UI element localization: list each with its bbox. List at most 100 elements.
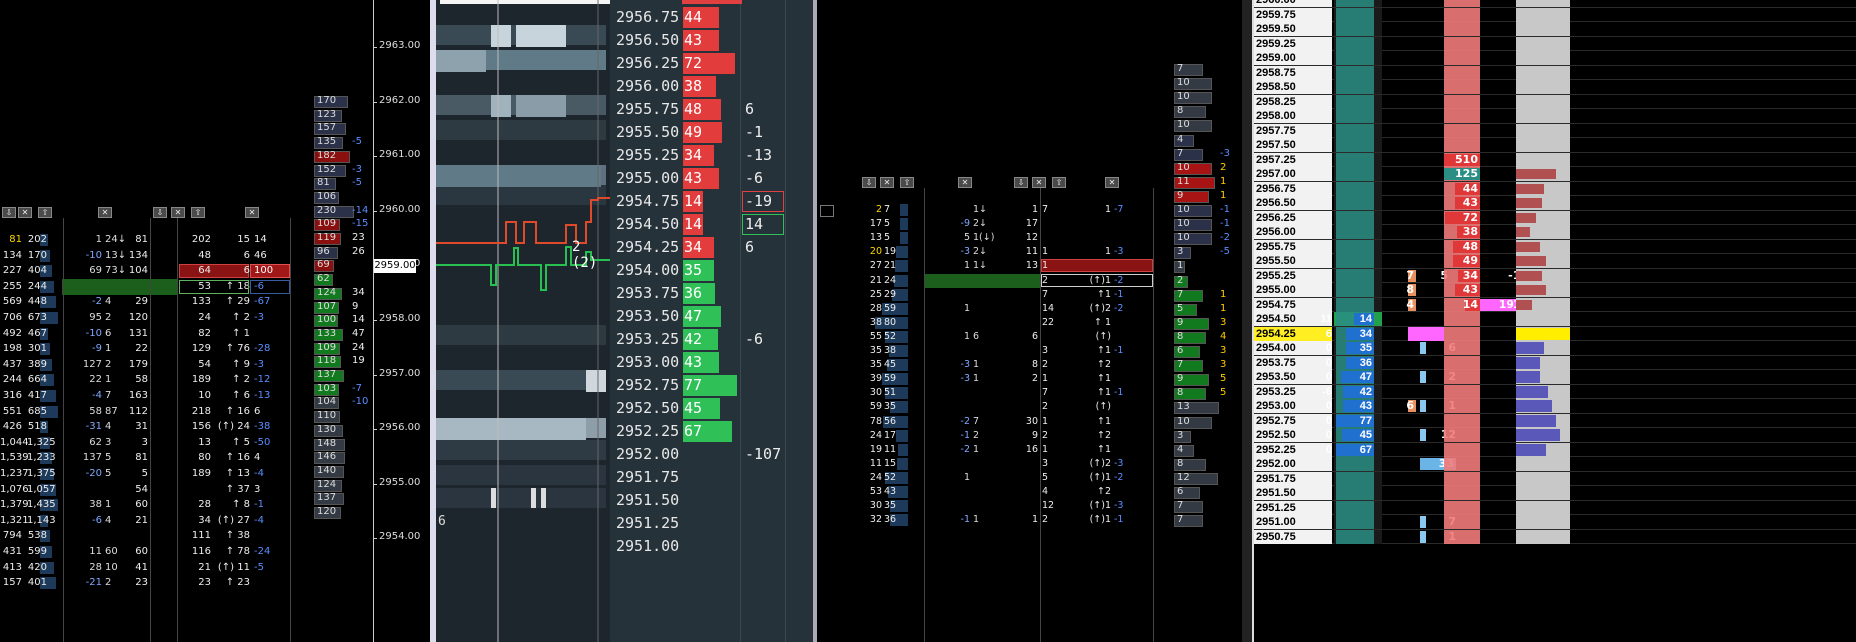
profile-delta: -5 <box>352 177 362 189</box>
axis-label: 2958.00 <box>379 313 421 324</box>
profile-bar: 9 <box>1174 190 1209 203</box>
profile-bar: 69 <box>314 259 334 273</box>
profile-bar-value: 100 <box>317 314 337 326</box>
cell-b: 170 <box>27 249 47 261</box>
cell-c: 1 <box>95 234 102 245</box>
splitter-handle[interactable] <box>813 0 817 642</box>
dom-bid-depth <box>1336 210 1374 225</box>
toolbar-button[interactable]: ✕ <box>1032 177 1046 188</box>
ladder-price: 2952.75 <box>616 376 680 394</box>
dom-bid-delta: 0 <box>1325 429 1332 441</box>
dom-order-1: 7 <box>1406 268 1414 282</box>
cell-f: 7 <box>1042 387 1049 399</box>
cell-d: 1 <box>973 359 980 371</box>
cell-f: 7 <box>1042 288 1049 300</box>
heat-band <box>436 325 606 345</box>
toolbar-button[interactable]: ⇧ <box>1052 177 1066 188</box>
dom-order-1: 8 <box>1406 283 1414 296</box>
ladder-price: 2951.50 <box>616 491 680 509</box>
cell-b: 1,057 <box>27 483 56 495</box>
dom-scrollbar[interactable] <box>1242 0 1252 642</box>
cell-e: 179 <box>128 358 148 370</box>
cell-f: 3 <box>1042 457 1049 469</box>
dom-price: 2955.25 <box>1254 268 1332 283</box>
ladder-row: 2955.50 49 -1 <box>610 121 810 144</box>
ladder-size: 14 <box>684 192 703 210</box>
heatmap-canvas[interactable] <box>436 0 610 642</box>
toolbar-button[interactable]: ⇩ <box>862 177 876 188</box>
ladder-size: 42 <box>684 330 703 348</box>
axis-tick <box>373 320 377 321</box>
cell-b: 35 <box>884 401 897 413</box>
toolbar-button[interactable]: ✕ <box>171 207 185 218</box>
cell-d <box>973 316 1003 330</box>
axis-tick <box>373 156 377 158</box>
expand-icon[interactable] <box>820 205 834 217</box>
toolbar-button[interactable]: ✕ <box>880 177 894 188</box>
cell-g: (↑)1 <box>1089 471 1111 483</box>
dom-price: 2960.00 <box>1254 0 1332 7</box>
ladder-price: 2951.25 <box>616 514 680 532</box>
cell-a: 53 <box>869 486 882 497</box>
cell-h: -3 <box>1114 500 1124 512</box>
profile-delta: 2 <box>1220 161 1227 173</box>
cell-a: 24 <box>869 471 882 483</box>
cell-h: -12 <box>254 374 271 386</box>
dom-price: 2954.75 <box>1254 297 1332 312</box>
dom-bid-depth <box>1336 94 1374 109</box>
dom-bid-size: 42 <box>1359 385 1372 398</box>
table-row: 20 19 -3 2↓ 11 1 1 -3 <box>848 245 1168 259</box>
table-row: 11 15 3 (↑)2 -3 <box>848 457 1168 471</box>
cell-e: 54 <box>135 483 148 495</box>
dom-row: 2951.50 <box>1254 486 1856 501</box>
dom-volume-bar <box>1516 270 1542 281</box>
ladder-top-bar <box>682 0 742 4</box>
cell-g: (↑)2 <box>1089 457 1111 469</box>
cell-a: 78 <box>869 415 882 427</box>
cell-b: 1,325 <box>27 436 56 448</box>
ladder-row: 2953.25 42 -6 <box>610 328 810 351</box>
dom-volume-strip <box>1516 254 1570 268</box>
toolbar-button[interactable]: ⇩ <box>1014 177 1028 188</box>
ladder-size: 43 <box>684 169 703 187</box>
cell-c <box>948 499 970 513</box>
cell-g: 15 <box>237 234 250 245</box>
cell-f <box>1042 231 1062 245</box>
toolbar-button[interactable]: ⇧ <box>191 207 205 218</box>
cell-h: 14 <box>254 234 267 245</box>
cell-a: 1,539 <box>0 452 29 464</box>
profile-bar-value: 3 <box>1177 246 1184 258</box>
cell-c <box>948 203 970 217</box>
cell-c: -10 <box>85 327 102 339</box>
cell-e: 134 <box>128 249 148 261</box>
cell-d: 5 <box>105 452 112 464</box>
cell-f: 80 <box>198 452 211 464</box>
ladder-delta: -1 <box>745 123 764 141</box>
profile-bar-value: 104 <box>317 396 337 408</box>
volume-profile-right: 7 10 10 8 10 4 7 -3 10 2 11 1 9 1 10 -1 10 -1 10 -2 3 -5 1 2 7 1 5… <box>1168 0 1238 642</box>
cell-g: ↑ 78 <box>225 546 250 557</box>
cell-b: 417 <box>27 390 47 401</box>
toolbar-button[interactable]: ⇧ <box>38 207 52 218</box>
toolbar-button[interactable]: ⇧ <box>900 177 914 188</box>
cell-b: 35 <box>884 500 897 512</box>
cell-g: ↑ 8 <box>232 499 250 511</box>
dom-volume-strip <box>1516 225 1570 239</box>
dom-bid-depth <box>1336 457 1374 471</box>
cell-d: 60 <box>105 546 118 557</box>
cell-b: 5 <box>884 232 891 244</box>
dom-price: 2959.25 <box>1254 36 1332 51</box>
cell-e: 8 <box>1031 359 1038 371</box>
profile-delta: 19 <box>352 355 365 367</box>
toolbar-button[interactable]: ✕ <box>98 207 112 218</box>
cell-a: 30 <box>869 387 882 399</box>
toolbar-button[interactable]: ⇩ <box>2 207 16 218</box>
toolbar-button[interactable]: ✕ <box>245 207 259 218</box>
toolbar-button[interactable]: ⇩ <box>153 207 167 218</box>
ladder-size: 34 <box>684 238 703 256</box>
toolbar-button[interactable]: ✕ <box>958 177 972 188</box>
toolbar-button[interactable]: ✕ <box>18 207 32 218</box>
dom-bid-depth <box>1336 515 1374 529</box>
toolbar-button[interactable]: ✕ <box>1105 177 1119 188</box>
dom-row: 2955.75486 <box>1254 239 1856 254</box>
